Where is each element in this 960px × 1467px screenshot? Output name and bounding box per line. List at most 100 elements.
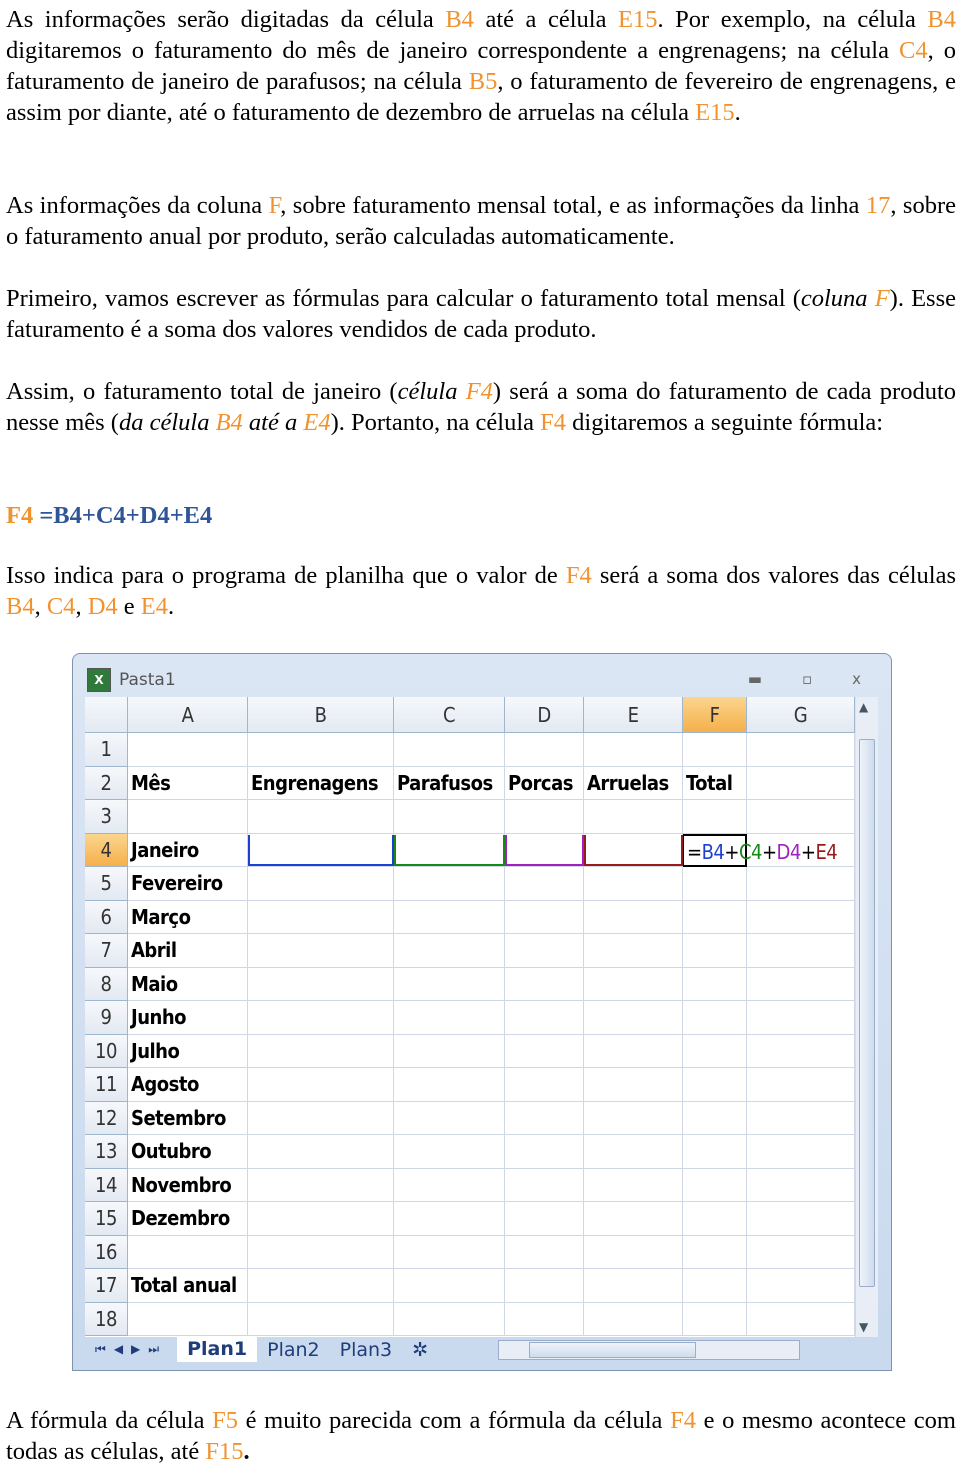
tab-plan3[interactable]: Plan3 [330, 1339, 403, 1361]
cell-e16[interactable] [584, 1235, 683, 1269]
cell-grid[interactable]: A B C D E F G 1 2 Mês Engrenagens Parafusos Porcas Ar… [85, 697, 855, 1337]
scroll-up-arrow-icon[interactable]: ▲ [859, 700, 868, 714]
insert-sheet-icon[interactable]: ✲ [402, 1339, 438, 1361]
cell-g8[interactable] [747, 967, 855, 1001]
cell-a13[interactable]: Outubro [128, 1135, 248, 1169]
cell-a2[interactable]: Mês [128, 766, 248, 800]
cell-a4[interactable]: Janeiro [128, 833, 248, 867]
cell-a8[interactable]: Maio [128, 967, 248, 1001]
cell-f3[interactable] [683, 800, 747, 834]
cell-e6[interactable] [584, 900, 683, 934]
cell-c14[interactable] [394, 1168, 505, 1202]
cell-f18[interactable] [683, 1302, 747, 1336]
cell-d3[interactable] [505, 800, 584, 834]
cell-f5[interactable] [683, 867, 747, 901]
cell-a9[interactable]: Junho [128, 1001, 248, 1035]
cell-g14[interactable] [747, 1168, 855, 1202]
cell-a1[interactable] [128, 733, 248, 767]
row-header-8[interactable]: 8 [85, 967, 128, 1001]
column-header-g[interactable]: G [747, 697, 855, 733]
cell-c1[interactable] [394, 733, 505, 767]
cell-d17[interactable] [505, 1269, 584, 1303]
tab-plan1[interactable]: Plan1 [177, 1337, 258, 1362]
horizontal-scrollbar[interactable] [498, 1339, 801, 1360]
cell-e10[interactable] [584, 1034, 683, 1068]
cell-c17[interactable] [394, 1269, 505, 1303]
cell-a15[interactable]: Dezembro [128, 1202, 248, 1236]
cell-c8[interactable] [394, 967, 505, 1001]
cell-a3[interactable] [128, 800, 248, 834]
cell-b18[interactable] [248, 1302, 394, 1336]
cell-b9[interactable] [248, 1001, 394, 1035]
cell-e14[interactable] [584, 1168, 683, 1202]
cell-b10[interactable] [248, 1034, 394, 1068]
cell-b6[interactable] [248, 900, 394, 934]
cell-c2[interactable]: Parafusos [394, 766, 505, 800]
cell-e11[interactable] [584, 1068, 683, 1102]
cell-c12[interactable] [394, 1101, 505, 1135]
cell-b13[interactable] [248, 1135, 394, 1169]
cell-f16[interactable] [683, 1235, 747, 1269]
cell-c7[interactable] [394, 934, 505, 968]
cell-g13[interactable] [747, 1135, 855, 1169]
cell-b17[interactable] [248, 1269, 394, 1303]
row-header-17[interactable]: 17 [85, 1269, 128, 1303]
cell-d12[interactable] [505, 1101, 584, 1135]
cell-g16[interactable] [747, 1235, 855, 1269]
cell-b2[interactable]: Engrenagens [248, 766, 394, 800]
cell-e13[interactable] [584, 1135, 683, 1169]
cell-a17[interactable]: Total anual [128, 1269, 248, 1303]
column-header-c[interactable]: C [394, 697, 505, 733]
cell-g12[interactable] [747, 1101, 855, 1135]
cell-g9[interactable] [747, 1001, 855, 1035]
cell-c11[interactable] [394, 1068, 505, 1102]
last-sheet-icon[interactable]: ⏭ [148, 1342, 167, 1356]
cell-b3[interactable] [248, 800, 394, 834]
cell-d5[interactable] [505, 867, 584, 901]
cell-c16[interactable] [394, 1235, 505, 1269]
cell-f6[interactable] [683, 900, 747, 934]
cell-d14[interactable] [505, 1168, 584, 1202]
prev-sheet-icon[interactable]: ◀ [114, 1342, 131, 1356]
cell-e7[interactable] [584, 934, 683, 968]
row-header-12[interactable]: 12 [85, 1101, 128, 1135]
cell-d16[interactable] [505, 1235, 584, 1269]
row-header-3[interactable]: 3 [85, 800, 128, 834]
row-header-10[interactable]: 10 [85, 1034, 128, 1068]
cell-g2[interactable] [747, 766, 855, 800]
cell-d2[interactable]: Porcas [505, 766, 584, 800]
close-button[interactable]: x [852, 670, 861, 688]
row-header-4[interactable]: 4 [85, 833, 128, 867]
cell-g5[interactable] [747, 867, 855, 901]
maximize-button[interactable]: ▫ [802, 670, 812, 688]
cell-c10[interactable] [394, 1034, 505, 1068]
cell-a11[interactable]: Agosto [128, 1068, 248, 1102]
scroll-down-arrow-icon[interactable]: ▼ [859, 1320, 868, 1334]
cell-g15[interactable] [747, 1202, 855, 1236]
sheet-nav-buttons[interactable]: ⏮◀▶⏭ [85, 1342, 177, 1357]
cell-f12[interactable] [683, 1101, 747, 1135]
row-header-13[interactable]: 13 [85, 1135, 128, 1169]
row-header-11[interactable]: 11 [85, 1068, 128, 1102]
cell-f11[interactable] [683, 1068, 747, 1102]
cell-a7[interactable]: Abril [128, 934, 248, 968]
cell-g11[interactable] [747, 1068, 855, 1102]
cell-a14[interactable]: Novembro [128, 1168, 248, 1202]
tab-plan2[interactable]: Plan2 [257, 1339, 330, 1361]
cell-b8[interactable] [248, 967, 394, 1001]
cell-d10[interactable] [505, 1034, 584, 1068]
cell-e12[interactable] [584, 1101, 683, 1135]
cell-e17[interactable] [584, 1269, 683, 1303]
cell-f14[interactable] [683, 1168, 747, 1202]
cell-f7[interactable] [683, 934, 747, 968]
cell-d18[interactable] [505, 1302, 584, 1336]
row-header-15[interactable]: 15 [85, 1202, 128, 1236]
cell-c9[interactable] [394, 1001, 505, 1035]
row-header-7[interactable]: 7 [85, 934, 128, 968]
row-header-5[interactable]: 5 [85, 867, 128, 901]
cell-d13[interactable] [505, 1135, 584, 1169]
cell-c13[interactable] [394, 1135, 505, 1169]
cell-a6[interactable]: Março [128, 900, 248, 934]
cell-b15[interactable] [248, 1202, 394, 1236]
cell-g3[interactable] [747, 800, 855, 834]
